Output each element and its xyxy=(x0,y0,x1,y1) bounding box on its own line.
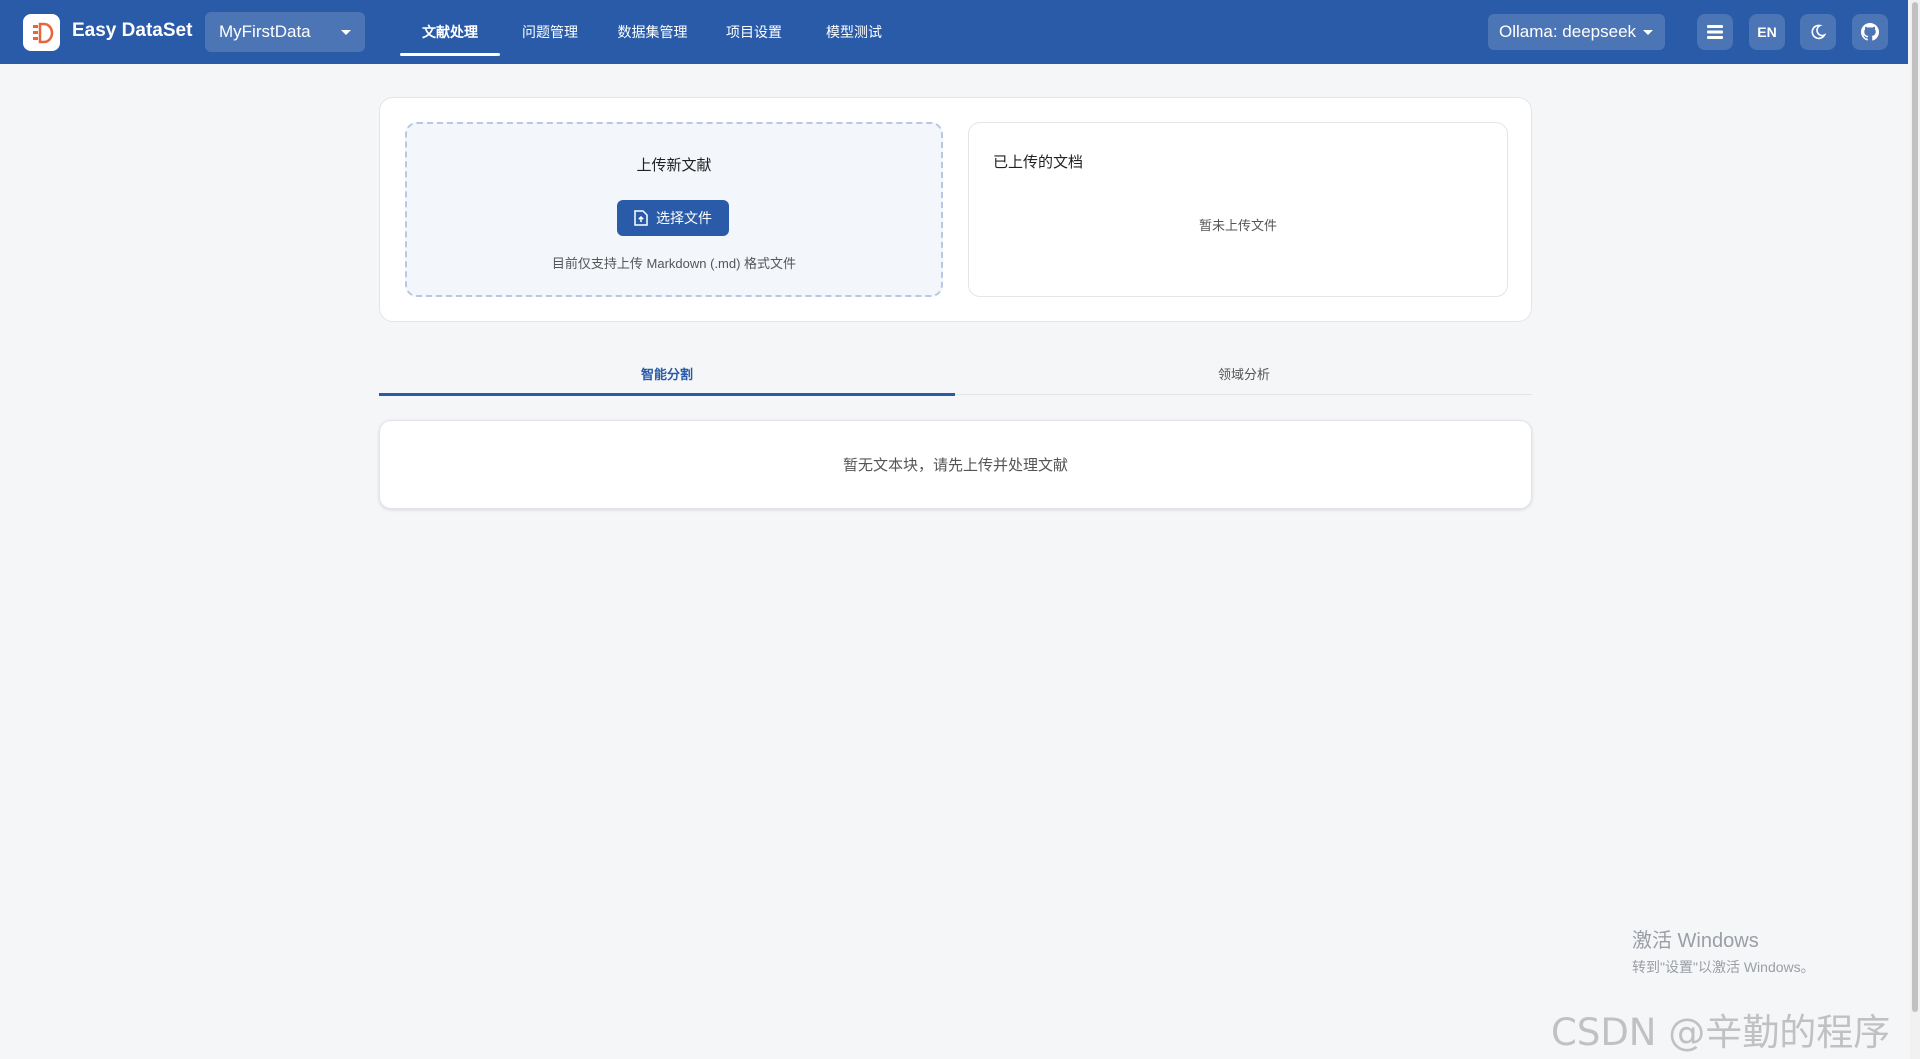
nav-tab-questions[interactable]: 问题管理 xyxy=(510,0,590,64)
nav-tab-datasets[interactable]: 数据集管理 xyxy=(605,0,700,64)
github-icon xyxy=(1861,23,1879,41)
page-scrollbar[interactable] xyxy=(1910,0,1920,1059)
app-logo[interactable] xyxy=(23,14,60,51)
select-file-button[interactable]: 选择文件 xyxy=(617,200,729,236)
upload-title: 上传新文献 xyxy=(636,157,712,174)
upload-hint: 目前仅支持上传 Markdown (.md) 格式文件 xyxy=(551,256,797,271)
nav-tab-model-test[interactable]: 模型测试 xyxy=(814,0,894,64)
nav-tab-literature[interactable]: 文献处理 xyxy=(400,0,500,64)
list-icon xyxy=(1707,25,1723,39)
uploaded-documents-panel: 已上传的文档 暂未上传文件 xyxy=(968,122,1508,297)
uploaded-documents-empty: 暂未上传文件 xyxy=(1198,218,1277,233)
windows-activation-watermark: 激活 Windows 转到"设置"以激活 Windows。 xyxy=(1632,924,1815,977)
nav-tab-project-settings[interactable]: 项目设置 xyxy=(714,0,794,64)
chunks-empty-card: 暂无文本块，请先上传并处理文献 xyxy=(379,420,1532,509)
app-title: Easy DataSet xyxy=(72,20,193,41)
project-select[interactable]: MyFirstData xyxy=(205,12,365,52)
model-select-value: Ollama: deepseek xyxy=(1499,22,1637,41)
scrollbar-thumb[interactable] xyxy=(1912,2,1918,1012)
upload-dropzone[interactable]: 上传新文献 选择文件 目前仅支持上传 Markdown (.md) 格式文件 xyxy=(405,122,943,297)
moon-icon xyxy=(1811,24,1826,40)
project-select-value: MyFirstData xyxy=(219,22,311,41)
windows-watermark-line1: 激活 Windows xyxy=(1632,930,1759,952)
theme-toggle-button[interactable] xyxy=(1800,14,1836,50)
logo-icon xyxy=(32,22,53,43)
chunks-empty-message: 暂无文本块，请先上传并处理文献 xyxy=(842,457,1068,474)
tab-domain-analysis[interactable]: 领域分析 xyxy=(956,352,1532,395)
language-button[interactable]: EN xyxy=(1749,14,1785,50)
uploaded-documents-title: 已上传的文档 xyxy=(993,154,1084,171)
chevron-down-icon xyxy=(341,30,351,35)
tab-smart-split[interactable]: 智能分割 xyxy=(379,352,955,396)
select-file-label: 选择文件 xyxy=(656,210,712,226)
list-button[interactable] xyxy=(1697,14,1733,50)
processing-tabs: 智能分割 领域分析 xyxy=(379,352,1532,396)
windows-watermark-line2: 转到"设置"以激活 Windows。 xyxy=(1632,959,1815,975)
upload-card: 上传新文献 选择文件 目前仅支持上传 Markdown (.md) 格式文件 已… xyxy=(379,97,1532,322)
csdn-watermark: CSDN @辛勤的程序猿 xyxy=(1551,1011,1891,1054)
file-upload-icon xyxy=(634,210,648,226)
github-button[interactable] xyxy=(1852,14,1888,50)
model-select[interactable]: Ollama: deepseek xyxy=(1488,14,1665,50)
top-bar: Easy DataSet MyFirstData 文献处理 问题管理 数据集管理… xyxy=(0,0,1908,64)
chevron-down-icon xyxy=(1643,30,1653,35)
